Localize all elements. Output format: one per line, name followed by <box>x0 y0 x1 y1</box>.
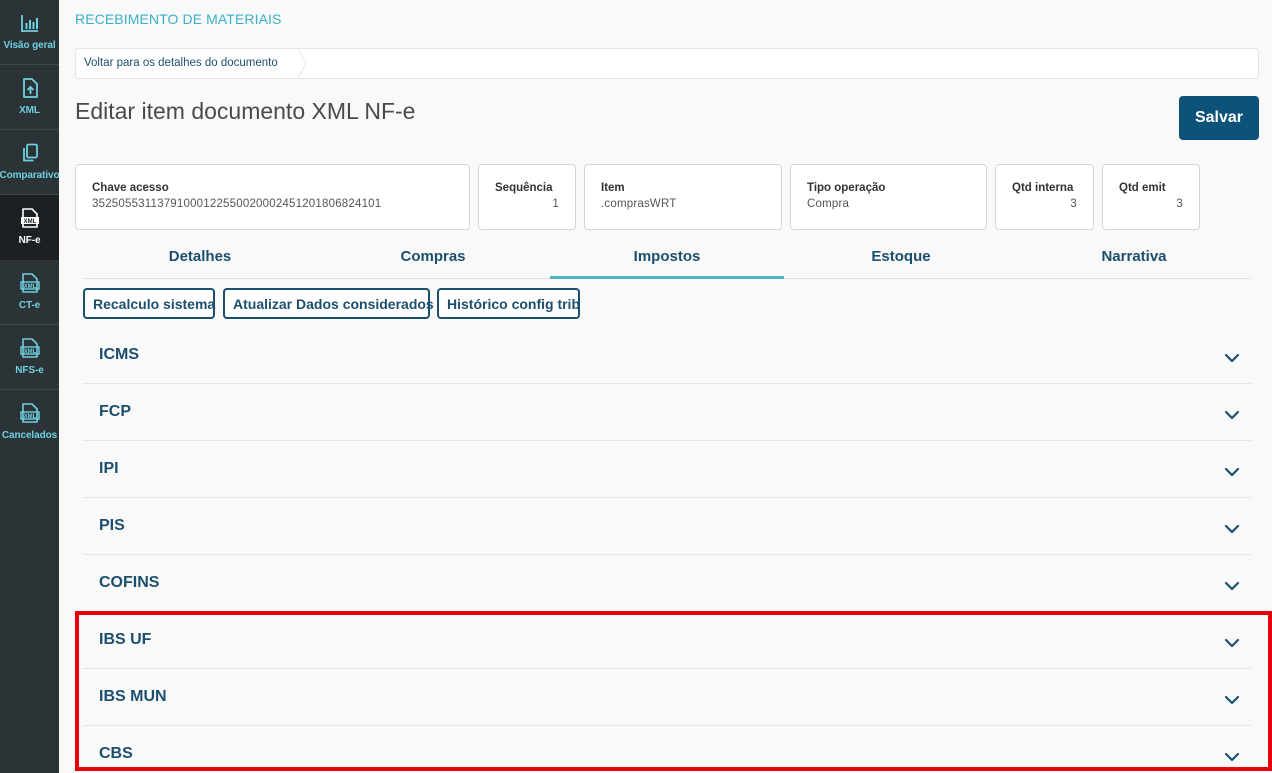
chevron-down-icon <box>1224 695 1240 705</box>
sidebar-item-cancelados[interactable]: XML Cancelados <box>0 390 59 455</box>
sidebar-item-label: NFS-e <box>15 365 44 376</box>
sidebar-item-label: Visão geral <box>3 40 56 51</box>
sidebar-item-nfs-e[interactable]: XML NFS-e <box>0 325 59 390</box>
sidebar: Visão geral XML Comparativo XML NF-e XML… <box>0 0 60 773</box>
svg-text:XML: XML <box>23 414 36 420</box>
card-chave-acesso: Chave acesso 352505531137910001225500200… <box>75 164 470 230</box>
xml-file-icon: XML <box>19 338 40 358</box>
xml-file-icon: XML <box>20 208 39 228</box>
save-button[interactable]: Salvar <box>1179 96 1259 140</box>
sidebar-item-comparativo[interactable]: Comparativo <box>0 130 60 195</box>
card-qtd-interna: Qtd interna 3 <box>995 164 1094 230</box>
app-title: RECEBIMENTO DE MATERIAIS <box>75 11 282 27</box>
card-qtd-emit: Qtd emit 3 <box>1102 164 1200 230</box>
recalculo-sistema-button[interactable]: Recalculo sistema <box>83 288 215 319</box>
card-label: Sequência <box>495 182 553 194</box>
sidebar-item-xml[interactable]: XML <box>0 65 59 130</box>
tab-bar: Detalhes Compras Impostos Estoque Narrat… <box>83 240 1251 279</box>
xml-file-icon: XML <box>19 273 40 293</box>
accordion-title: PIS <box>99 517 125 534</box>
accordion-fcp[interactable]: FCP <box>83 384 1251 441</box>
back-to-document-link[interactable]: Voltar para os detalhes do documento <box>76 49 292 78</box>
chevron-down-icon <box>1224 581 1240 591</box>
card-sequencia: Sequência 1 <box>478 164 576 230</box>
chevron-down-icon <box>1224 467 1240 477</box>
accordion-title: IPI <box>99 460 119 477</box>
card-label: Tipo operação <box>807 182 886 194</box>
chevron-down-icon <box>1224 353 1240 363</box>
chevron-down-icon <box>1224 524 1240 534</box>
card-label: Qtd emit <box>1119 182 1166 194</box>
svg-text:XML: XML <box>23 349 36 355</box>
sidebar-item-ct-e[interactable]: XML CT-e <box>0 260 59 325</box>
sidebar-item-label: XML <box>19 105 40 116</box>
historico-config-trib-button[interactable]: Histórico config trib <box>437 288 580 319</box>
breadcrumb: Voltar para os detalhes do documento <box>75 48 1259 79</box>
bar-chart-icon <box>20 15 38 32</box>
accordion-title: FCP <box>99 403 131 420</box>
card-label: Chave acesso <box>92 182 169 194</box>
accordion-ibs-uf[interactable]: IBS UF <box>83 612 1251 669</box>
accordion-title: IBS MUN <box>99 688 167 705</box>
atualizar-dados-button[interactable]: Atualizar Dados considerados <box>223 288 434 319</box>
card-item: Item .comprasWRT <box>584 164 782 230</box>
accordion-ipi[interactable]: IPI <box>83 441 1251 498</box>
copy-icon <box>22 143 38 162</box>
tab-compras[interactable]: Compras <box>316 240 550 279</box>
tab-narrativa[interactable]: Narrativa <box>1017 240 1251 279</box>
accordion-title: CBS <box>99 745 133 762</box>
sidebar-item-visao-geral[interactable]: Visão geral <box>0 0 59 65</box>
sidebar-item-label: NF-e <box>18 235 41 246</box>
accordion-title: COFINS <box>99 574 160 591</box>
accordion-title: ICMS <box>99 346 139 363</box>
tab-estoque[interactable]: Estoque <box>784 240 1018 279</box>
sidebar-item-nf-e[interactable]: XML NF-e <box>0 195 59 260</box>
card-label: Qtd interna <box>1012 182 1074 194</box>
sidebar-item-label: CT-e <box>18 300 41 311</box>
card-label: Item <box>601 182 625 194</box>
card-value: 3 <box>1176 198 1183 210</box>
card-value: Compra <box>807 198 850 210</box>
accordion-cofins[interactable]: COFINS <box>83 555 1251 612</box>
card-tipo-operacao: Tipo operação Compra <box>790 164 987 230</box>
accordion-ibs-mun[interactable]: IBS MUN <box>83 669 1251 726</box>
card-value: 3525055311379100012255002000245120180682… <box>92 198 382 210</box>
breadcrumb-separator-icon <box>298 49 307 78</box>
card-value: 1 <box>552 198 559 210</box>
accordion-icms[interactable]: ICMS <box>83 327 1251 384</box>
sidebar-item-label: Cancelados <box>1 430 58 441</box>
accordion-pis[interactable]: PIS <box>83 498 1251 555</box>
tab-detalhes[interactable]: Detalhes <box>83 240 317 279</box>
svg-text:XML: XML <box>23 219 36 225</box>
card-value: .comprasWRT <box>601 198 677 210</box>
accordion-cbs[interactable]: CBS <box>83 726 1251 773</box>
accordion-title: IBS UF <box>99 631 152 648</box>
card-value: 3 <box>1070 198 1077 210</box>
chevron-down-icon <box>1224 638 1240 648</box>
xml-file-icon: XML <box>19 403 40 423</box>
page-title: Editar item documento XML NF-e <box>75 98 416 124</box>
file-upload-icon <box>22 78 38 98</box>
chevron-down-icon <box>1224 410 1240 420</box>
chevron-down-icon <box>1224 752 1240 762</box>
svg-text:XML: XML <box>23 284 36 290</box>
sidebar-item-label: Comparativo <box>0 170 60 181</box>
tab-impostos[interactable]: Impostos <box>550 240 784 279</box>
